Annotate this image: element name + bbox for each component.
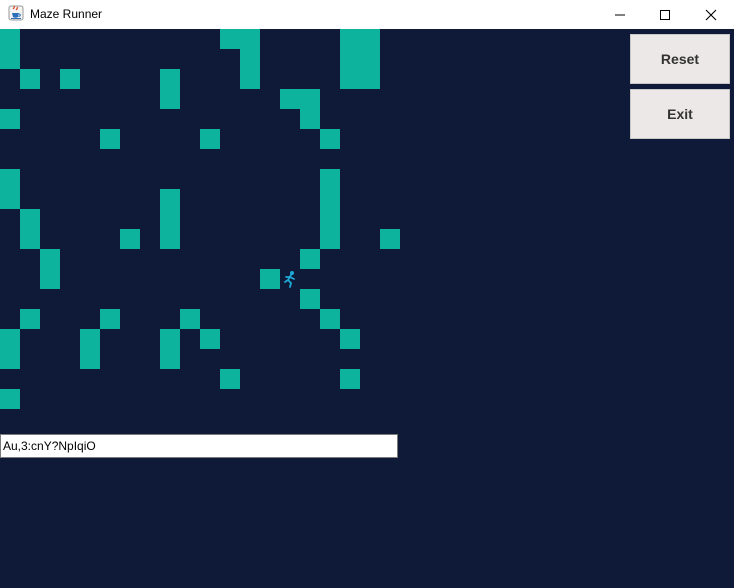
wall-cell — [40, 249, 60, 269]
wall-cell — [160, 189, 180, 209]
wall-cell — [0, 29, 20, 49]
wall-cell — [160, 229, 180, 249]
title-bar: Maze Runner — [0, 0, 734, 29]
wall-cell — [320, 189, 340, 209]
wall-cell — [160, 329, 180, 349]
wall-cell — [0, 389, 20, 409]
wall-cell — [320, 309, 340, 329]
wall-cell — [0, 169, 20, 189]
wall-cell — [240, 69, 260, 89]
close-button[interactable] — [688, 0, 734, 29]
wall-cell — [160, 349, 180, 369]
wall-cell — [80, 329, 100, 349]
wall-cell — [300, 249, 320, 269]
wall-cell — [0, 349, 20, 369]
wall-cell — [360, 29, 380, 49]
wall-cell — [340, 29, 360, 49]
wall-cell — [160, 209, 180, 229]
wall-cell — [240, 29, 260, 49]
window-title: Maze Runner — [30, 7, 103, 21]
wall-cell — [300, 109, 320, 129]
wall-cell — [0, 329, 20, 349]
wall-cell — [0, 49, 20, 69]
wall-cell — [380, 229, 400, 249]
java-cup-icon — [8, 5, 24, 21]
wall-cell — [360, 49, 380, 69]
wall-cell — [200, 129, 220, 149]
wall-cell — [60, 69, 80, 89]
wall-cell — [200, 329, 220, 349]
wall-cell — [40, 269, 60, 289]
wall-cell — [300, 89, 320, 109]
wall-cell — [20, 309, 40, 329]
maximize-icon — [660, 10, 670, 20]
wall-cell — [320, 169, 340, 189]
wall-cell — [0, 189, 20, 209]
minimize-icon — [615, 14, 625, 16]
wall-cell — [0, 109, 20, 129]
maze-grid — [0, 29, 400, 429]
wall-cell — [80, 349, 100, 369]
maximize-button[interactable] — [642, 0, 688, 29]
wall-cell — [20, 69, 40, 89]
wall-cell — [220, 369, 240, 389]
wall-cell — [280, 89, 300, 109]
close-icon — [705, 9, 717, 21]
wall-cell — [340, 49, 360, 69]
code-input[interactable] — [0, 434, 398, 458]
wall-cell — [20, 229, 40, 249]
wall-cell — [320, 209, 340, 229]
wall-cell — [340, 329, 360, 349]
wall-cell — [340, 69, 360, 89]
wall-cell — [220, 29, 240, 49]
exit-button[interactable]: Exit — [630, 89, 730, 139]
wall-cell — [100, 129, 120, 149]
wall-cell — [180, 309, 200, 329]
wall-cell — [300, 289, 320, 309]
wall-cell — [320, 229, 340, 249]
wall-cell — [320, 129, 340, 149]
wall-cell — [260, 269, 280, 289]
wall-cell — [20, 209, 40, 229]
minimize-button[interactable] — [597, 0, 643, 29]
wall-cell — [120, 229, 140, 249]
game-area: Reset Exit — [0, 29, 734, 588]
wall-cell — [240, 49, 260, 69]
wall-cell — [340, 369, 360, 389]
wall-cell — [160, 89, 180, 109]
wall-cell — [360, 69, 380, 89]
wall-cell — [160, 69, 180, 89]
wall-cell — [100, 309, 120, 329]
running-person-icon — [280, 269, 300, 289]
reset-button[interactable]: Reset — [630, 34, 730, 84]
